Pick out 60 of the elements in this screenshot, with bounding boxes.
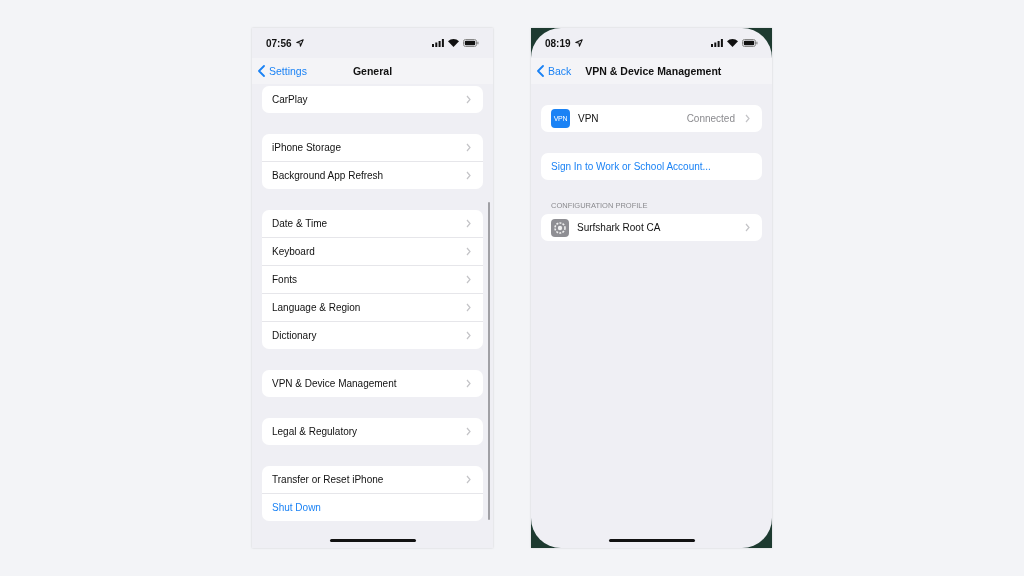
row-label: Shut Down [272,502,321,513]
settings-row[interactable]: Shut Down [262,493,483,521]
location-arrow-icon [295,39,304,47]
row-label: Surfshark Root CA [577,222,661,233]
back-chevron-icon [258,65,265,77]
wifi-icon [727,39,738,47]
row-label: iPhone Storage [272,142,341,153]
battery-icon [463,39,479,47]
settings-row[interactable]: Dictionary [262,321,483,349]
back-button[interactable]: Back [537,65,572,77]
row-label: Date & Time [272,218,328,229]
status-time: 08:19 [545,37,571,49]
settings-row[interactable]: CarPlay [262,86,483,113]
row-label: Keyboard [272,246,315,257]
battery-icon [742,39,758,47]
row-label: Sign In to Work or School Account... [551,161,711,172]
chevron-icon [466,475,471,484]
row-label: VPN & Device Management [272,378,397,389]
settings-row[interactable]: iPhone Storage [262,134,483,161]
chevron-icon [466,143,471,152]
settings-row[interactable]: Fonts [262,265,483,293]
gear-icon [551,218,569,237]
chevron-icon [745,223,750,232]
settings-row[interactable]: Legal & Regulatory [262,418,483,445]
row-value: Connected [686,113,735,124]
nav-title: VPN & Device Management [585,65,722,77]
back-button[interactable]: Settings [258,65,307,77]
row-label: Background App Refresh [272,170,384,181]
chevron-icon [466,331,471,340]
row-label: Legal & Regulatory [272,426,358,437]
chevron-icon [466,303,471,312]
settings-row[interactable]: Transfer or Reset iPhone [262,466,483,493]
chevron-icon [466,427,471,436]
row-label: Dictionary [272,330,317,341]
settings-row[interactable]: Background App Refresh [262,161,483,189]
settings-row[interactable]: Date & Time [262,210,483,237]
signal-icon [711,39,723,47]
row-label: Transfer or Reset iPhone [272,474,384,485]
wifi-icon [448,39,459,47]
settings-row[interactable]: VPN & Device Management [262,370,483,397]
back-chevron-icon [537,65,544,77]
settings-row[interactable]: Language & Region [262,293,483,321]
chevron-icon [466,275,471,284]
chevron-icon [466,171,471,180]
row-label: VPN [578,113,599,124]
chevron-icon [466,379,471,388]
status-time: 07:56 [266,37,292,49]
location-arrow-icon [574,39,583,47]
row-label: Fonts [272,274,297,285]
settings-row[interactable]: Keyboard [262,237,483,265]
row-label: CarPlay [272,94,308,105]
row-label: Language & Region [272,302,361,313]
chevron-icon [466,219,471,228]
chevron-icon [466,247,471,256]
chevron-icon [745,114,750,123]
chevron-icon [466,95,471,104]
nav-title: General [352,65,393,77]
settings-row[interactable]: Sign In to Work or School Account... [541,153,762,180]
signal-icon [432,39,444,47]
settings-row[interactable]: Surfshark Root CA [541,214,762,241]
